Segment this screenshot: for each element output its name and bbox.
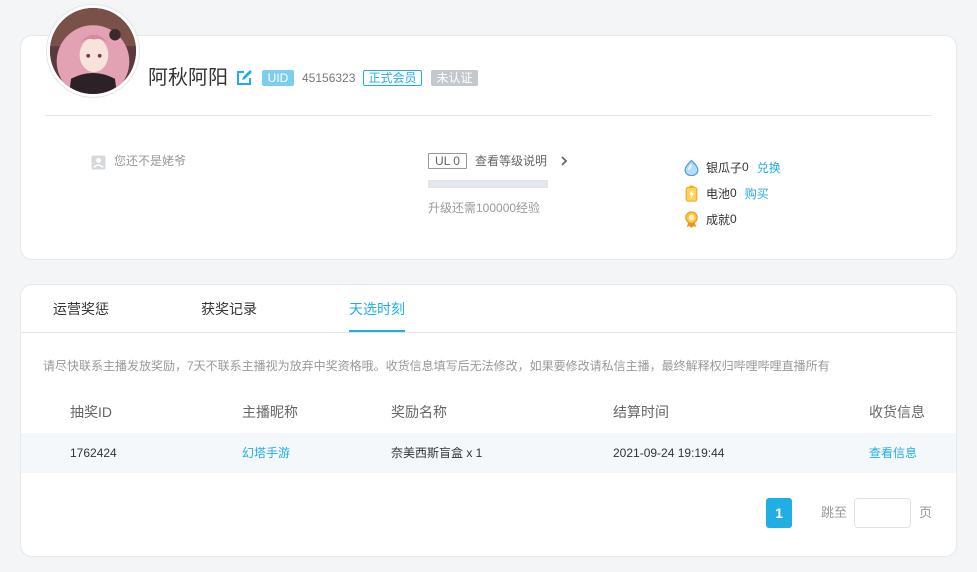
tab-award-records[interactable]: 获奖记录: [201, 299, 257, 319]
avatar-image: [50, 8, 136, 94]
level-badge: UL 0: [428, 153, 467, 169]
column-header-shipping: 收货信息: [869, 404, 925, 420]
divider: [45, 115, 932, 116]
silver-seed-icon: [684, 159, 699, 176]
cell-settle-time: 2021-09-24 19:19:44: [613, 446, 725, 460]
battery-icon: [685, 185, 698, 202]
column-header-settle-time: 结算时间: [613, 404, 669, 420]
asset-silver-seed: 银瓜子 0 兑换: [683, 154, 781, 180]
vip-icon: [91, 155, 106, 170]
level-info-link[interactable]: 查看等级说明: [475, 153, 547, 169]
page-button-current[interactable]: 1: [766, 498, 792, 528]
exchange-link[interactable]: 兑换: [757, 159, 781, 176]
achievement-icon: [685, 210, 698, 228]
asset-value: 0: [742, 160, 749, 174]
asset-value: 0: [730, 212, 737, 226]
records-card: 运营奖惩 获奖记录 天选时刻 请尽快联系主播发放奖励，7天不联系主播视为放弃中奖…: [20, 284, 957, 557]
username: 阿秋阿阳: [148, 67, 228, 89]
asset-battery: 电池 0 购买: [683, 180, 781, 206]
chevron-right-icon[interactable]: [559, 156, 569, 166]
uid-badge: UID: [262, 70, 294, 86]
asset-value: 0: [730, 186, 737, 200]
notice-text: 请尽快联系主播发放奖励，7天不联系主播视为放弃中奖资格哦。收货信息填写后无法修改…: [43, 359, 830, 373]
level-progress-bar: [428, 180, 548, 188]
asset-label: 电池: [706, 186, 731, 201]
column-header-draw-id: 抽奖ID: [70, 404, 112, 420]
cell-anchor-link[interactable]: 幻塔手游: [242, 433, 290, 473]
tab-bar: 运营奖惩 获奖记录 天选时刻: [21, 285, 956, 333]
uid-number: 45156323: [302, 71, 356, 85]
edit-icon[interactable]: [236, 69, 253, 86]
goto-page-input[interactable]: [854, 498, 911, 528]
column-header-anchor: 主播昵称: [242, 404, 298, 420]
cell-draw-id: 1762424: [70, 446, 117, 460]
table-row: 1762424 幻塔手游 奈美西斯盲盒 x 1 2021-09-24 19:19…: [21, 433, 956, 473]
goto-label: 跳至: [821, 505, 848, 520]
cell-reward: 奈美西斯盲盒 x 1: [391, 446, 483, 460]
verify-badge: 未认证: [431, 70, 478, 86]
buy-link[interactable]: 购买: [745, 185, 769, 202]
upgrade-text: 升级还需100000经验: [428, 201, 541, 215]
tab-lucky-draw[interactable]: 天选时刻: [349, 299, 405, 332]
vip-status-text: 您还不是姥爷: [114, 154, 187, 168]
tab-operation-rewards[interactable]: 运营奖惩: [53, 299, 109, 319]
asset-label: 成就: [706, 212, 731, 227]
avatar[interactable]: [47, 5, 139, 97]
page-unit-label: 页: [919, 505, 933, 520]
profile-card: 阿秋阿阳 UID 45156323 正式会员 未认证 您还不是姥爷 UL 0 查…: [20, 5, 957, 260]
asset-label: 银瓜子: [706, 160, 743, 175]
asset-list: 银瓜子 0 兑换 电池 0 购买 成就 0: [683, 154, 781, 232]
view-shipping-info-link[interactable]: 查看信息: [869, 433, 917, 473]
asset-achievement: 成就 0: [683, 206, 781, 232]
member-badge: 正式会员: [363, 70, 422, 86]
column-header-reward: 奖励名称: [391, 404, 447, 420]
